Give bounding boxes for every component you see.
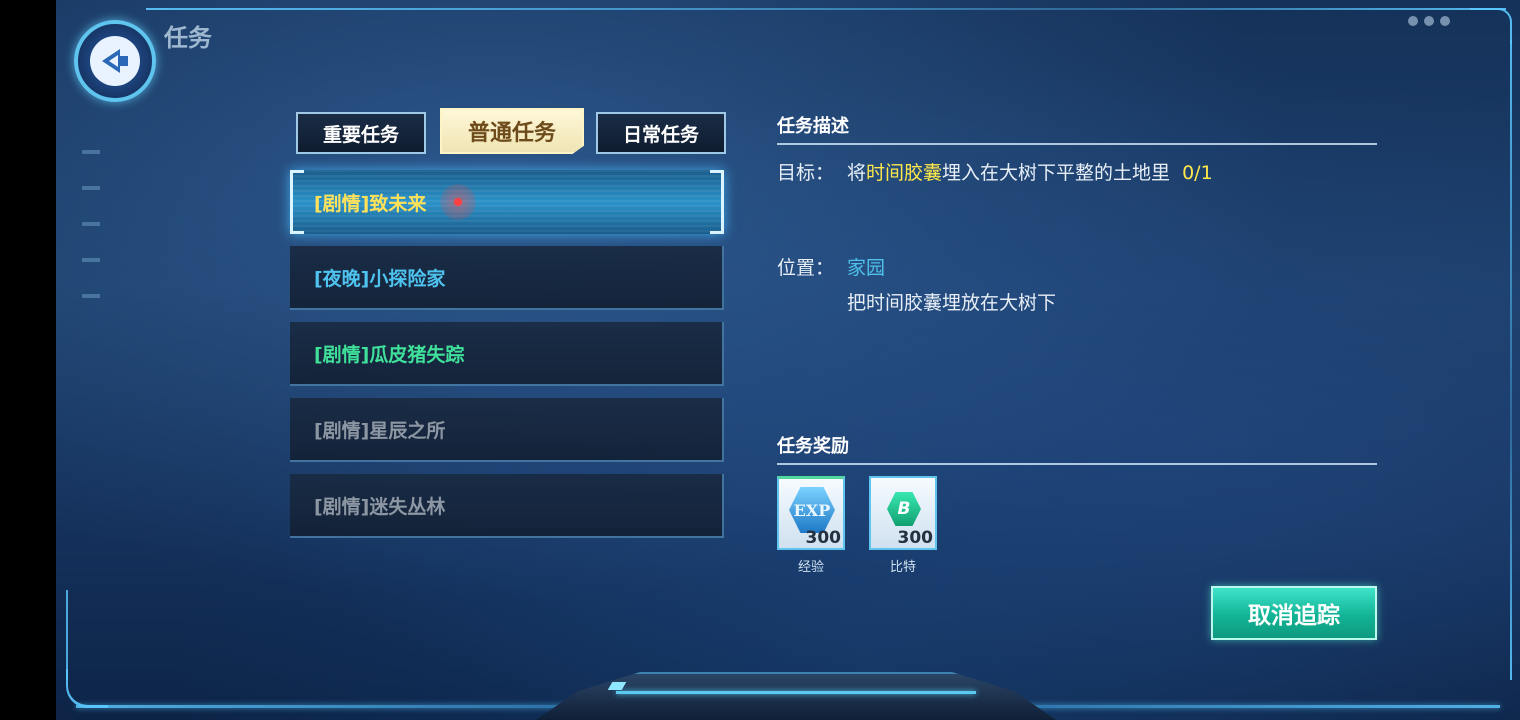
task-label: [剧情]致未来 (314, 192, 427, 215)
page-title: 任务 (164, 24, 212, 52)
frame-left-border (66, 590, 68, 680)
exp-icon: EXP (789, 487, 835, 533)
task-label: [剧情]瓜皮猪失踪 (314, 343, 465, 366)
decor-dots (1408, 16, 1450, 26)
bit-coin-icon: B (887, 492, 921, 526)
reward-label: 经验 (797, 560, 824, 575)
reward-quantity: 300 (897, 528, 934, 548)
reward-exp[interactable]: EXP 300 (777, 476, 845, 550)
task-tabs: 重要任务 普通任务 日常任务 (296, 108, 728, 156)
back-button[interactable] (74, 20, 156, 102)
side-decor-ticks (82, 150, 100, 330)
target-label: 目标： (777, 162, 835, 184)
back-arrow-icon (90, 36, 140, 86)
location-hint: 把时间胶囊埋放在大树下 (847, 292, 1057, 314)
target-row: 目标： 将时间胶囊埋入在大树下平整的土地里 0/1 (777, 158, 1213, 185)
location-row: 位置： 家园 (777, 253, 885, 280)
task-item-xiao-tan-xian-jia[interactable]: [夜晚]小探险家 (290, 246, 724, 310)
target-progress: 0/1 (1182, 162, 1213, 184)
location-value[interactable]: 家园 (847, 257, 885, 279)
target-item: 时间胶囊 (866, 162, 943, 184)
frame-corner (66, 669, 108, 708)
cancel-tracking-button[interactable]: 取消追踪 (1211, 586, 1377, 640)
reward-bit[interactable]: B 300 (869, 476, 937, 550)
location-label: 位置： (777, 257, 835, 279)
frame-top-border (146, 8, 1506, 10)
tab-normal[interactable]: 普通任务 (440, 108, 584, 154)
task-label: [剧情]迷失丛林 (314, 495, 446, 518)
description-title: 任务描述 (777, 116, 849, 137)
target-pre: 将 (847, 162, 867, 184)
task-item-zhi-wei-lai[interactable]: [剧情]致未来 (290, 170, 724, 234)
reward-label: 比特 (889, 560, 916, 575)
reward-quantity: 300 (805, 528, 842, 548)
task-label: [剧情]星辰之所 (314, 419, 446, 442)
frame-corner (1470, 8, 1512, 44)
task-label: [夜晚]小探险家 (314, 267, 446, 290)
frame-right-border (1510, 40, 1512, 680)
target-post: 埋入在大树下平整的土地里 (942, 162, 1171, 184)
task-item-gua-pi-zhu[interactable]: [剧情]瓜皮猪失踪 (290, 322, 724, 386)
task-item-xing-chen[interactable]: [剧情]星辰之所 (290, 398, 724, 462)
device-bezel (0, 0, 56, 720)
rewards-title: 任务奖励 (777, 436, 849, 457)
section-divider (777, 463, 1377, 465)
tab-important[interactable]: 重要任务 (296, 112, 426, 154)
section-divider (777, 143, 1377, 145)
task-screen: 任务 重要任务 普通任务 日常任务 [剧情]致未来 [夜晚]小探险家 [剧情]瓜… (56, 0, 1520, 720)
task-list: [剧情]致未来 [夜晚]小探险家 [剧情]瓜皮猪失踪 [剧情]星辰之所 [剧情]… (290, 170, 724, 550)
tab-daily[interactable]: 日常任务 (596, 112, 726, 154)
tracking-radar-icon (440, 184, 477, 220)
bottom-decor-light (616, 691, 976, 694)
bottom-decor-panel (536, 672, 1056, 720)
task-item-mi-shi-cong-lin[interactable]: [剧情]迷失丛林 (290, 474, 724, 538)
